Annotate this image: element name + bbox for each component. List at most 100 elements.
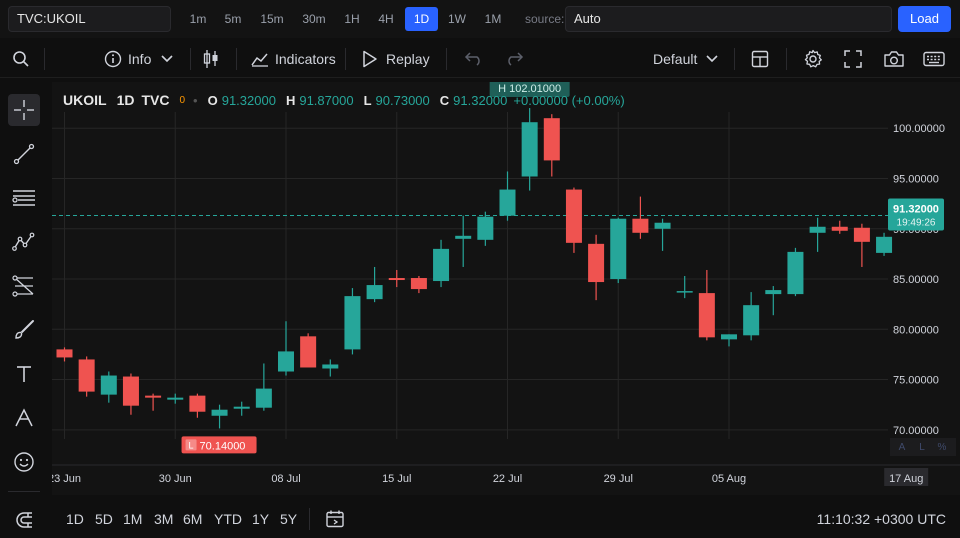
candle-body	[145, 395, 162, 398]
toolbar-divider	[236, 48, 237, 70]
measure-tool[interactable]	[8, 402, 40, 434]
candle-body	[122, 376, 139, 406]
pattern-tool[interactable]	[8, 226, 40, 258]
legend-change: +0.00000 (+0.00%)	[513, 92, 625, 108]
camera-icon	[884, 51, 904, 67]
x-axis-label: 23 Jun	[52, 473, 81, 485]
candle-body	[56, 349, 73, 358]
load-button[interactable]: Load	[898, 6, 951, 32]
candle-body	[455, 235, 472, 239]
settings-button[interactable]	[803, 40, 823, 78]
replay-button[interactable]: Replay	[362, 40, 430, 78]
candle-body	[300, 336, 317, 368]
calendar-icon	[326, 510, 344, 528]
measure-icon	[15, 408, 33, 427]
candle-body	[278, 351, 294, 372]
candle-body	[433, 248, 450, 282]
symbol-input[interactable]: TVC:UKOIL	[8, 6, 171, 32]
candle-body	[809, 226, 826, 233]
interval-1w[interactable]: 1W	[442, 7, 472, 31]
candle-body	[499, 189, 516, 216]
x-axis-label: 05 Aug	[712, 473, 746, 485]
goto-date-button[interactable]	[325, 509, 345, 534]
top-bar: TVC:UKOIL 1m 5m 15m 30m 1H 4H 1D 1W 1M s…	[0, 0, 960, 38]
candle-body	[853, 227, 870, 242]
layout-button[interactable]	[751, 40, 769, 78]
brush-icon	[15, 320, 34, 339]
interval-1d[interactable]: 1D	[405, 7, 438, 31]
redo-button[interactable]	[504, 40, 524, 78]
x-axis-label: 15 Jul	[382, 473, 411, 485]
price-badge-value: 91.32000	[893, 203, 939, 215]
candle-body	[654, 222, 671, 229]
chart-pane[interactable]: 100.0000095.0000090.0000085.0000080.0000…	[52, 82, 960, 495]
candle-body	[521, 122, 538, 177]
interval-5m[interactable]: 5m	[218, 7, 248, 31]
legend-open: 91.32000	[221, 92, 276, 108]
indicators-button[interactable]: Indicators	[251, 40, 336, 78]
forecast-tool[interactable]	[8, 270, 40, 302]
interval-1m[interactable]: 1m	[182, 7, 214, 31]
x-axis-label: 17 Aug	[889, 473, 923, 485]
candle-body	[366, 285, 383, 300]
crosshair-icon	[14, 100, 34, 120]
candle-body	[100, 375, 117, 395]
interval-30m[interactable]: 30m	[296, 7, 332, 31]
emoji-tool[interactable]	[8, 446, 40, 478]
fib-tool[interactable]	[8, 182, 40, 214]
undo-button[interactable]	[464, 40, 484, 78]
range-3m[interactable]: 3M	[154, 500, 173, 538]
interval-15m[interactable]: 15m	[254, 7, 290, 31]
interval-4h[interactable]: 4H	[372, 7, 400, 31]
interval-1h[interactable]: 1H	[338, 7, 366, 31]
toolbar-divider	[345, 48, 346, 70]
chart-type-button[interactable]	[202, 40, 220, 78]
candle-body	[410, 278, 427, 290]
fullscreen-button[interactable]	[844, 40, 862, 78]
range-1y[interactable]: 1Y	[252, 500, 269, 538]
x-axis-label: 08 Jul	[271, 473, 300, 485]
candle-body	[189, 395, 206, 412]
y-axis-label: 95.00000	[893, 174, 939, 186]
candle-body	[831, 226, 848, 231]
text-tool[interactable]	[8, 358, 40, 390]
candle-body	[543, 118, 560, 161]
text-icon	[17, 366, 31, 382]
hotkeys-button[interactable]	[923, 40, 945, 78]
info-button[interactable]: Info	[104, 40, 173, 78]
interval-1mo[interactable]: 1M	[478, 7, 508, 31]
crosshair-tool[interactable]	[8, 94, 40, 126]
price-chart[interactable]: 100.0000095.0000090.0000085.0000080.0000…	[52, 82, 960, 495]
candle-body	[388, 278, 405, 281]
range-1d[interactable]: 1D	[66, 500, 84, 538]
clock: 11:10:32 +0300 UTC	[816, 511, 946, 527]
range-ytd[interactable]: YTD	[214, 500, 242, 538]
legend-status-dot: •	[193, 92, 198, 108]
chevron-down-icon	[161, 55, 173, 63]
source-select[interactable]: Auto	[565, 6, 892, 32]
legend-close: 91.32000	[453, 92, 508, 108]
x-axis-label: 29 Jul	[604, 473, 633, 485]
range-5y[interactable]: 5Y	[280, 500, 297, 538]
info-label: Info	[128, 51, 152, 67]
trendline-icon	[13, 143, 35, 165]
keyboard-icon	[923, 51, 945, 67]
range-1m[interactable]: 1M	[123, 500, 142, 538]
brush-tool[interactable]	[8, 314, 40, 346]
y-axis-label: 100.00000	[893, 123, 945, 135]
candle-body	[876, 236, 893, 253]
candle-body	[233, 406, 250, 409]
drawing-toolbar	[0, 80, 48, 538]
magnet-tool[interactable]	[8, 504, 40, 536]
layout-select[interactable]: Default	[653, 40, 718, 78]
bottom-divider	[309, 508, 310, 530]
search-button[interactable]	[12, 40, 30, 78]
toolbar-divider	[190, 48, 191, 70]
range-5d[interactable]: 5D	[95, 500, 113, 538]
screenshot-button[interactable]	[883, 40, 905, 78]
range-6m[interactable]: 6M	[183, 500, 202, 538]
indicators-icon	[251, 53, 268, 67]
x-axis-label: 30 Jun	[159, 473, 192, 485]
fib-lines-icon	[12, 190, 35, 206]
trendline-tool[interactable]	[8, 138, 40, 170]
